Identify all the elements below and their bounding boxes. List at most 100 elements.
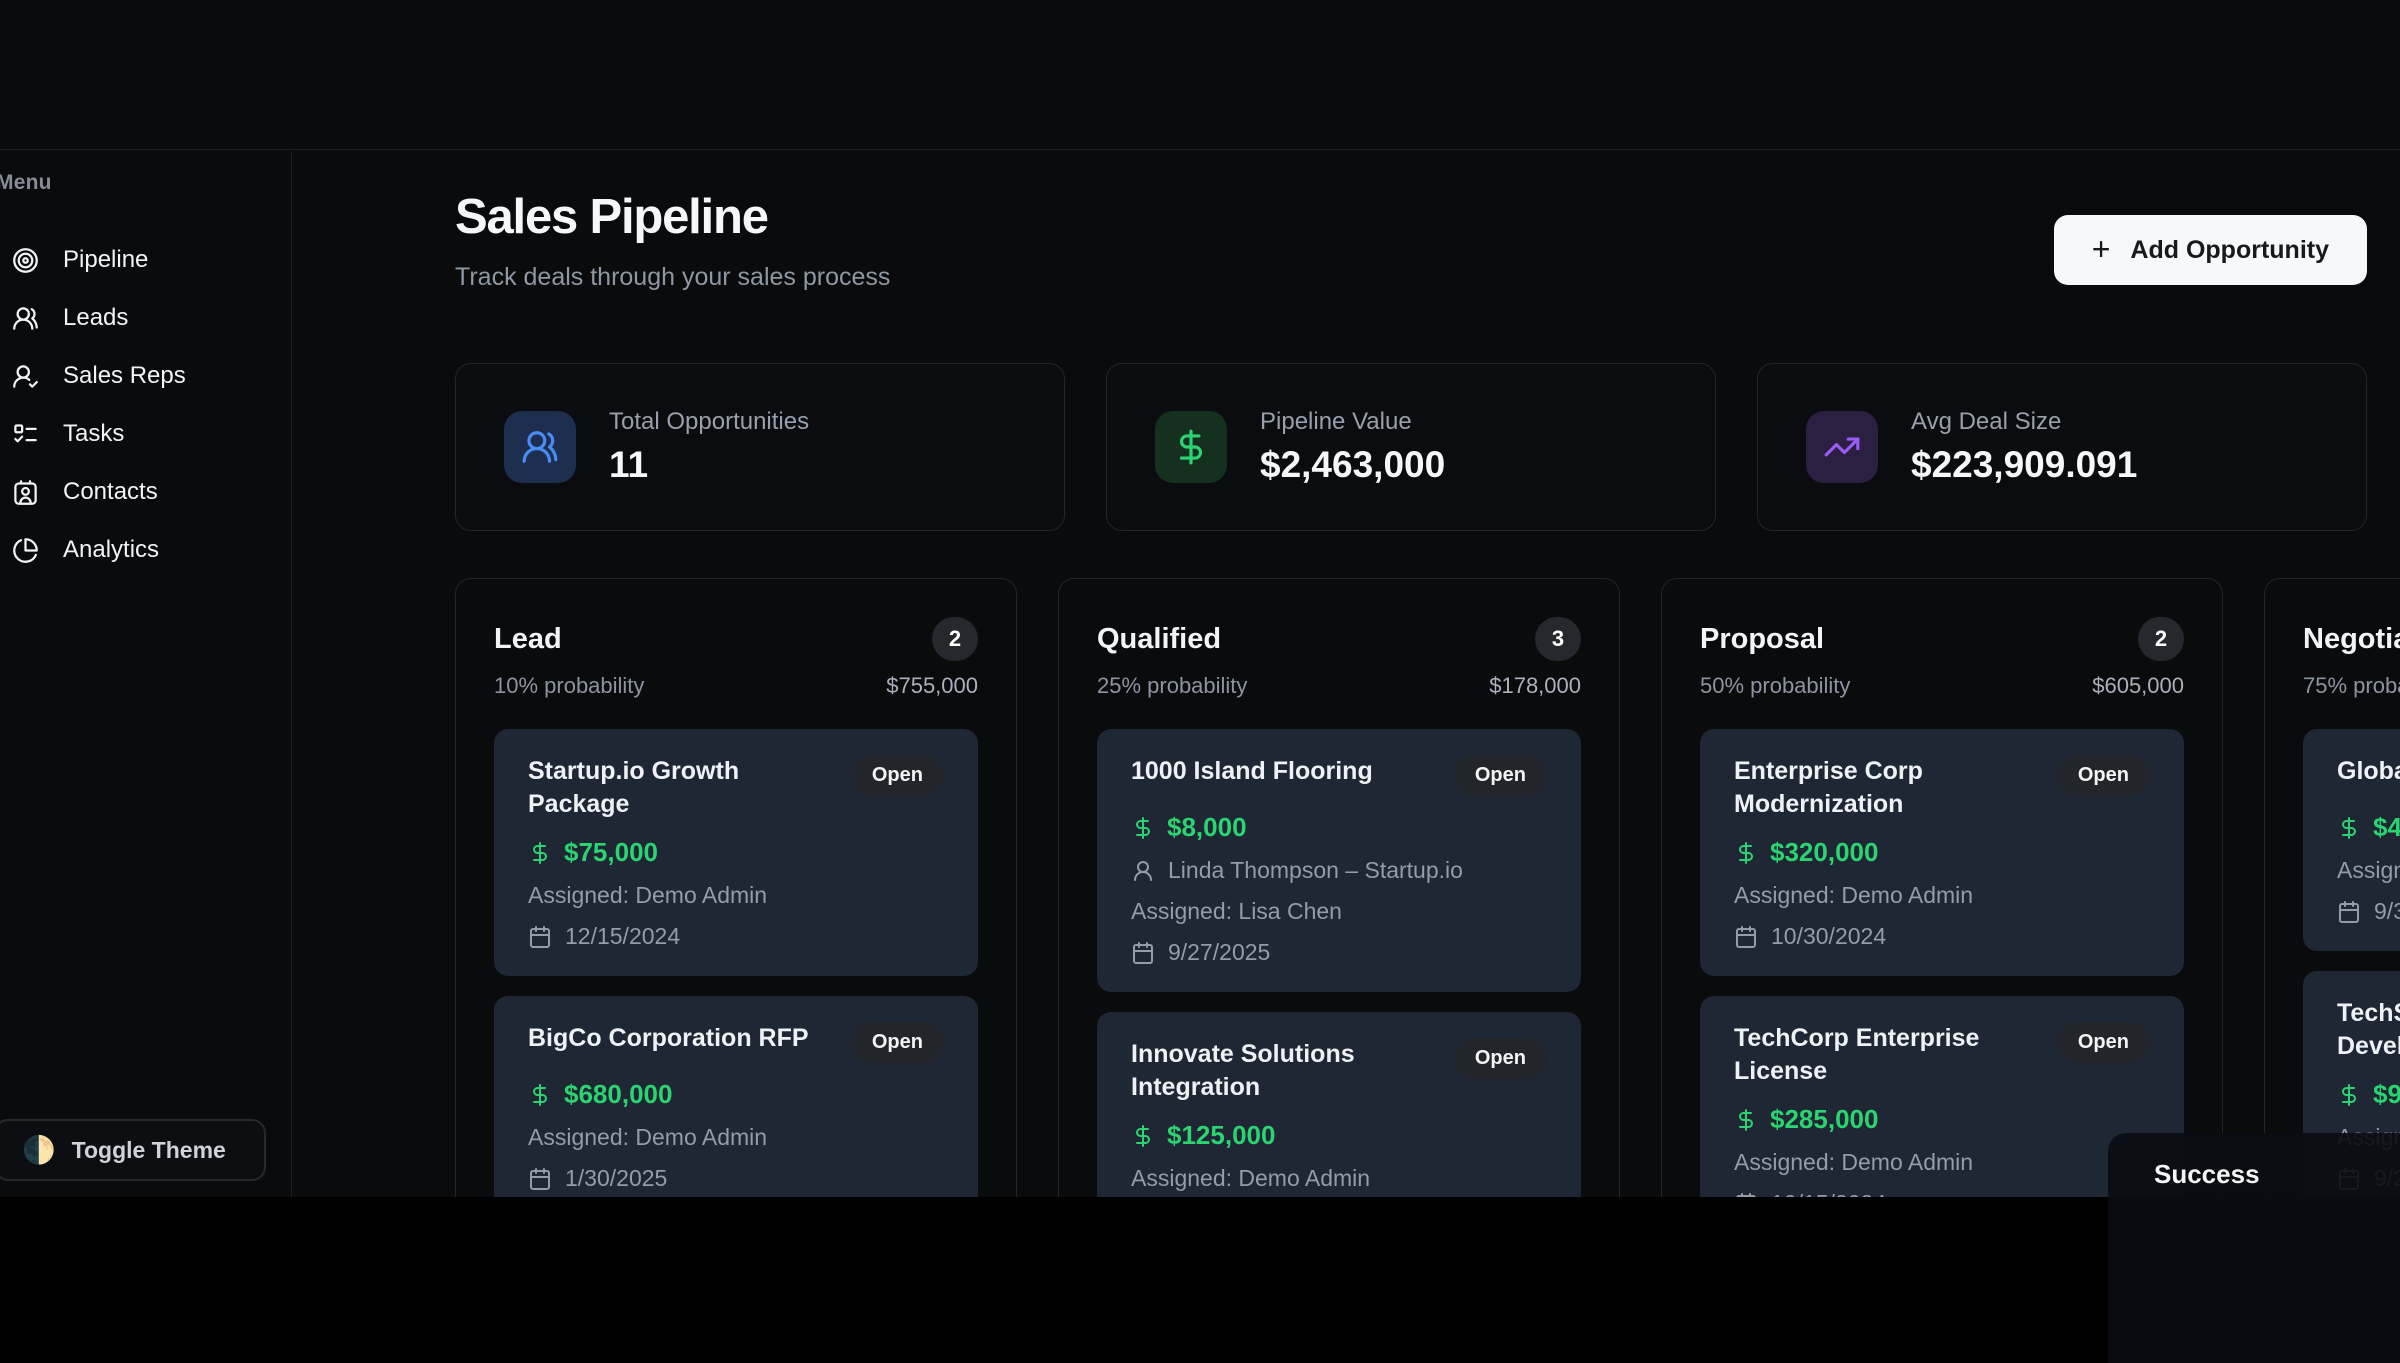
opportunity-amount: $450,000 (2373, 812, 2400, 843)
contact-row: Linda Thompson – Startup.io (1131, 857, 1547, 884)
contact-card-icon (12, 479, 39, 506)
amount-row: $320,000 (1734, 837, 2150, 868)
stat-value: 11 (609, 444, 809, 486)
user-icon (1131, 859, 1155, 883)
main-content: Sales Pipeline Track deals through your … (293, 151, 2400, 1197)
kanban-column-negotiation: Negotiation 75% probability Global Tech … (2264, 578, 2400, 1197)
sidebar: Menu Pipeline Leads Sales Reps (0, 151, 292, 1197)
column-probability: 50% probability (1700, 673, 1850, 699)
opportunity-date: 12/15/2024 (565, 923, 680, 950)
date-row: 9/30/2025 (2337, 898, 2400, 925)
add-opportunity-button[interactable]: + Add Opportunity (2054, 215, 2367, 285)
calendar-icon (528, 1167, 552, 1191)
opportunity-title: TechStartup Development Tools (2337, 997, 2400, 1063)
amount-row: $285,000 (1734, 1104, 2150, 1135)
stat-value: $2,463,000 (1260, 444, 1445, 486)
amount-row: $75,000 (528, 837, 944, 868)
opportunity-date: 9/27/2025 (1168, 939, 1270, 966)
sidebar-item-tasks[interactable]: Tasks (0, 405, 291, 463)
opportunity-amount: $95,000 (2373, 1079, 2400, 1110)
dollar-icon (1734, 841, 1758, 865)
amount-row: $450,000 (2337, 812, 2400, 843)
opportunity-card[interactable]: 1000 Island Flooring Open $8,000 Linda T… (1097, 729, 1581, 992)
opportunity-assigned: Assigned: Demo Admin (528, 1124, 767, 1151)
opportunity-amount: $680,000 (564, 1079, 672, 1110)
assigned-row: Assigned: Demo Admin (528, 882, 944, 909)
assigned-row: Assigned: Demo Admin (1734, 882, 2150, 909)
status-badge: Open (2057, 1022, 2150, 1063)
opportunity-card[interactable]: Innovate Solutions Integration Open $125… (1097, 1012, 1581, 1197)
date-row: 1/30/2025 (528, 1165, 944, 1192)
calendar-icon (1131, 941, 1155, 965)
column-title: Negotiation (2303, 623, 2400, 656)
sidebar-item-label: Tasks (63, 420, 124, 448)
opportunity-date: 9/30/2025 (2374, 898, 2400, 925)
dollar-icon (1172, 428, 1210, 466)
opportunity-card[interactable]: BigCo Corporation RFP Open $680,000 Assi… (494, 996, 978, 1197)
opportunity-date: 10/15/2024 (1771, 1190, 1886, 1197)
calendar-icon (1734, 1192, 1758, 1198)
amount-row: $680,000 (528, 1079, 944, 1110)
column-count-badge: 2 (932, 617, 978, 661)
assigned-row: Assigned: Demo Admin (2337, 857, 2400, 884)
opportunity-title: Startup.io Growth Package (528, 755, 833, 821)
stat-text: Pipeline Value $2,463,000 (1260, 408, 1445, 486)
amount-row: $95,000 (2337, 1079, 2400, 1110)
add-opportunity-label: Add Opportunity (2130, 236, 2329, 265)
status-badge: Open (1454, 755, 1547, 796)
kanban-column-proposal: Proposal 2 50% probability $605,000 Ente… (1661, 578, 2223, 1197)
opportunity-card[interactable]: Enterprise Corp Modernization Open $320,… (1700, 729, 2184, 976)
dollar-icon (528, 841, 552, 865)
opportunity-title: 1000 Island Flooring (1131, 755, 1373, 796)
sidebar-item-label: Leads (63, 304, 128, 332)
sidebar-item-analytics[interactable]: Analytics (0, 521, 291, 579)
trending-up-icon-tile (1806, 411, 1878, 483)
stat-card-pipeline-value: Pipeline Value $2,463,000 (1106, 363, 1716, 531)
status-badge: Open (1454, 1038, 1547, 1079)
pie-chart-icon (12, 537, 39, 564)
column-probability: 10% probability (494, 673, 644, 699)
dollar-icon-tile (1155, 411, 1227, 483)
page-subtitle: Track deals through your sales process (455, 263, 890, 292)
status-badge: Open (2057, 755, 2150, 796)
opportunity-amount: $75,000 (564, 837, 658, 868)
status-badge: Open (851, 1022, 944, 1063)
column-cards: Startup.io Growth Package Open $75,000 A… (494, 729, 978, 1197)
calendar-icon (1734, 925, 1758, 949)
column-probability: 25% probability (1097, 673, 1247, 699)
amount-row: $125,000 (1131, 1120, 1547, 1151)
date-row: 12/15/2024 (528, 923, 944, 950)
kanban-column-qualified: Qualified 3 25% probability $178,000 100… (1058, 578, 1620, 1197)
dollar-icon (1131, 1124, 1155, 1148)
sidebar-item-label: Analytics (63, 536, 159, 564)
user-check-icon (12, 363, 39, 390)
stat-label: Total Opportunities (609, 408, 809, 436)
opportunity-assigned: Assigned: Demo Admin (2337, 857, 2400, 884)
opportunity-card[interactable]: Global Tech Expansion Open $450,000 Assi… (2303, 729, 2400, 951)
calendar-icon (2337, 900, 2361, 924)
app-window: Menu Pipeline Leads Sales Reps (0, 0, 2400, 1197)
opportunity-title: BigCo Corporation RFP (528, 1022, 809, 1063)
sidebar-item-leads[interactable]: Leads (0, 289, 291, 347)
kanban-column-lead: Lead 2 10% probability $755,000 Startup.… (455, 578, 1017, 1197)
opportunity-assigned: Assigned: Demo Admin (1131, 1165, 1370, 1192)
sidebar-item-sales-reps[interactable]: Sales Reps (0, 347, 291, 405)
column-probability: 75% probability (2303, 673, 2400, 699)
column-count-badge: 3 (1535, 617, 1581, 661)
opportunity-card[interactable]: Startup.io Growth Package Open $75,000 A… (494, 729, 978, 976)
toggle-theme-button[interactable]: 🌓 Toggle Theme (0, 1119, 266, 1181)
column-title: Proposal (1700, 623, 1824, 656)
stat-text: Total Opportunities 11 (609, 408, 809, 486)
sidebar-menu-label: Menu (0, 171, 291, 195)
sidebar-item-contacts[interactable]: Contacts (0, 463, 291, 521)
trending-up-icon (1823, 428, 1861, 466)
dollar-icon (1131, 816, 1155, 840)
toast-notification: Success (2108, 1133, 2400, 1363)
sidebar-item-pipeline[interactable]: Pipeline (0, 231, 291, 289)
opportunity-date: 10/30/2024 (1771, 923, 1886, 950)
target-icon (12, 247, 39, 274)
opportunity-title: TechCorp Enterprise License (1734, 1022, 2039, 1088)
sidebar-nav: Pipeline Leads Sales Reps Tasks (0, 231, 291, 579)
stat-card-avg-deal-size: Avg Deal Size $223,909.091 (1757, 363, 2367, 531)
column-total-value: $605,000 (2092, 673, 2184, 699)
